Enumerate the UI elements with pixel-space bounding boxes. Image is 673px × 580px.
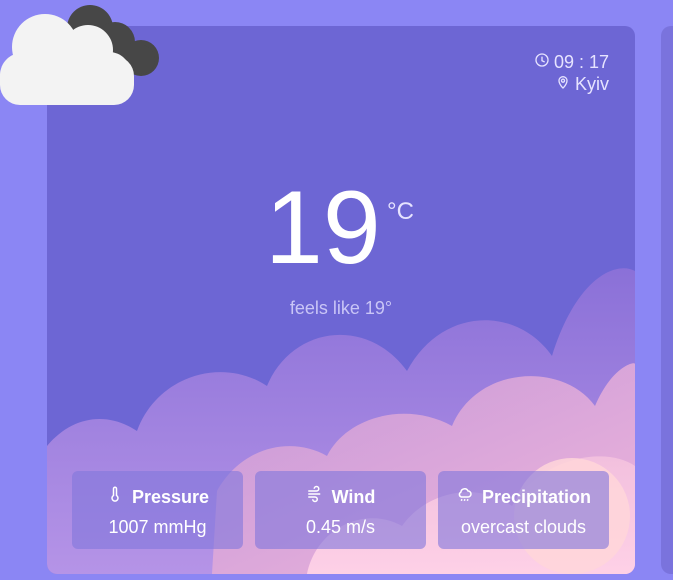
rain-cloud-icon	[456, 485, 474, 508]
clock-icon	[534, 51, 550, 73]
pressure-value: 1007 mmHg	[108, 517, 207, 537]
temperature-unit: °C	[387, 198, 414, 225]
weather-details: Pressure 1007 mmHg Wind 0.45 m/s Precipi…	[72, 471, 609, 549]
time-text: 09 : 17	[553, 52, 609, 72]
feels-like-text: feels like 19°	[289, 298, 393, 318]
pressure-label: Pressure	[131, 486, 210, 507]
wind-title: Wind	[255, 485, 426, 508]
next-weather-card	[661, 26, 673, 574]
temperature-value: 19	[265, 170, 381, 286]
thermometer-icon	[106, 485, 124, 508]
city-text: Kyiv	[574, 74, 609, 94]
pressure-title: Pressure	[72, 485, 243, 508]
wind-label: Wind	[331, 486, 376, 507]
overcast-clouds-icon	[0, 5, 159, 105]
precipitation-card: Precipitation overcast clouds	[438, 471, 609, 549]
wind-icon	[306, 485, 324, 508]
time-location: 09 : 17 Kyiv	[534, 51, 609, 95]
location-row: Kyiv	[534, 73, 609, 95]
precipitation-value: overcast clouds	[460, 517, 587, 537]
precipitation-title: Precipitation	[438, 485, 609, 508]
precipitation-label: Precipitation	[481, 486, 592, 507]
pressure-card: Pressure 1007 mmHg	[72, 471, 243, 549]
wind-card: Wind 0.45 m/s	[255, 471, 426, 549]
wind-value: 0.45 m/s	[305, 517, 376, 537]
time-row: 09 : 17	[534, 51, 609, 73]
temperature-display: 19 °C	[47, 176, 635, 296]
location-pin-icon	[555, 73, 571, 95]
